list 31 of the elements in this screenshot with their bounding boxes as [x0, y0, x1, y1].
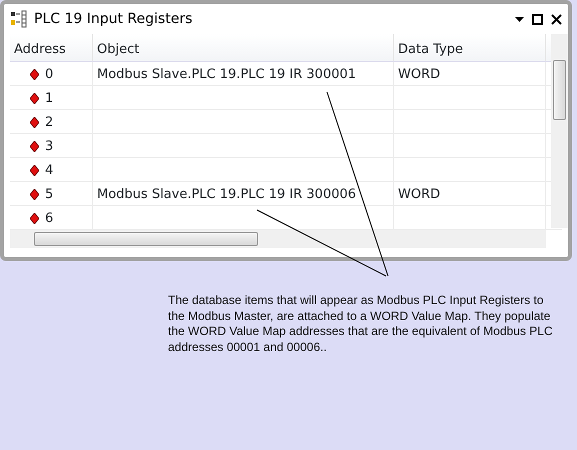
table-cell-text: 0 — [45, 66, 54, 84]
table-cell-text: 3 — [45, 138, 54, 156]
table-cell-text: WORD — [398, 66, 440, 84]
maximize-icon[interactable] — [532, 14, 543, 24]
register-icon — [30, 69, 39, 80]
horizontal-scrollbar[interactable] — [10, 230, 546, 248]
register-icon — [30, 189, 39, 200]
table-cell-text: 5 — [45, 186, 54, 204]
column-header[interactable]: Data Type — [394, 34, 546, 61]
close-icon[interactable] — [551, 14, 562, 24]
dropdown-icon[interactable] — [515, 16, 524, 22]
table-cell-text: WORD — [398, 186, 440, 204]
column-header[interactable]: Object — [93, 34, 394, 61]
table-cell-text: 6 — [45, 210, 54, 228]
scroll-thumb[interactable] — [553, 60, 566, 120]
scroll-thumb[interactable] — [34, 232, 258, 246]
vertical-scrollbar[interactable] — [551, 34, 568, 228]
table-cell-text: 1 — [45, 90, 54, 108]
register-icon — [30, 93, 39, 104]
column-header[interactable]: Address — [10, 34, 93, 61]
callout-text: The database items that will appear as Modbus PLC Input Registers to the Modbus Master, are attached to a WORD Value Map. They populate the WORD Value Map addresses that are the equivalent of Modbus PLC addresses 00001 and 00006.. — [168, 293, 554, 355]
register-icon — [30, 141, 39, 152]
register-icon — [30, 213, 39, 224]
table-cell-text: 2 — [45, 114, 54, 132]
table-cell-text: 4 — [45, 162, 54, 180]
registers-icon — [10, 10, 28, 28]
register-icon — [30, 165, 39, 176]
table-cell-text: Modbus Slave.PLC 19.PLC 19 IR 300001 — [97, 66, 356, 84]
table-cell-text: Modbus Slave.PLC 19.PLC 19 IR 300006 — [97, 186, 356, 204]
register-icon — [30, 117, 39, 128]
window-title: PLC 19 Input Registers — [34, 10, 192, 28]
